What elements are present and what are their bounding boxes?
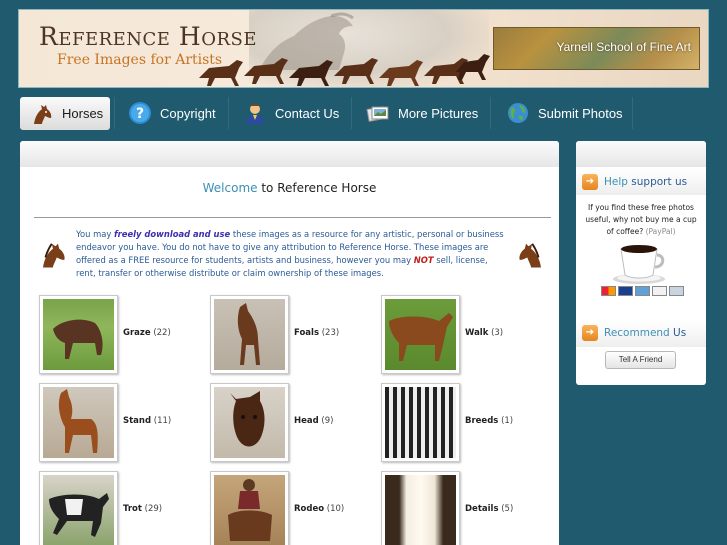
category-thumbnail[interactable] [210,471,289,545]
nav-label-more-pictures: More Pictures [398,105,479,121]
category-name[interactable]: Head [294,416,319,426]
category-thumbnail[interactable] [381,471,460,545]
category-thumbnail[interactable] [381,295,460,374]
category-name[interactable]: Walk [465,328,488,338]
category-thumbnail[interactable] [210,383,289,462]
category-count: (3) [491,328,504,338]
nav-label-horses: Horses [62,106,104,121]
category-count: (10) [326,504,345,514]
horse-head-icon [34,104,52,124]
bank-icon [669,286,684,296]
category-thumbnail[interactable] [381,383,460,462]
nav-label-copyright: Copyright [160,105,216,121]
site-title[interactable]: Reference Horse [39,22,257,51]
banner-herd-illustration [199,54,490,86]
svg-text:?: ? [136,106,144,122]
category-rodeo[interactable]: Rodeo (10) [210,471,370,545]
photos-icon [366,106,389,122]
category-details[interactable]: Details (5) [381,471,541,545]
amex-icon [635,286,650,296]
help-support-heading: ➔ Help support us [582,172,700,192]
sponsor-banner-ad[interactable]: Yarnell School of Fine Art [493,27,700,70]
paypal-link[interactable]: (PayPal) [646,227,676,236]
welcome-word: Welcome [202,181,258,195]
category-count: (1) [501,416,514,426]
globe-icon [508,103,528,123]
arrow-right-icon: ➔ [582,325,598,341]
category-count: (22) [153,328,171,338]
recommend-heading: ➔ Recommend Us [582,323,700,343]
category-count: (23) [321,328,340,338]
category-count: (11) [153,416,172,426]
question-icon: ? [129,102,151,124]
nav-item-submit-photos[interactable]: Submit Photos [496,95,632,131]
payment-cards [601,286,684,296]
category-foals[interactable]: Foals (23) [210,295,370,375]
nav-item-copyright[interactable]: ? Copyright [118,95,228,131]
help-text: If you find these free photos useful, wh… [584,202,698,238]
category-name[interactable]: Graze [123,328,151,338]
category-name[interactable]: Trot [123,504,142,514]
arrow-right-icon: ➔ [582,174,598,190]
visa-icon [618,286,633,296]
category-graze[interactable]: Graze (22) [39,295,199,375]
category-head[interactable]: Head (9) [210,383,370,463]
intro-free-emphasis: freely download and use [114,229,231,239]
horse-head-icon [519,243,541,268]
category-count: (29) [144,504,163,514]
main-content-panel: Welcome to Reference Horse You may freel… [20,141,559,545]
recommend-title-rest: Us [669,327,687,339]
category-walk[interactable]: Walk (3) [381,295,541,375]
horse-head-icon [43,243,65,268]
category-name[interactable]: Breeds [465,416,498,426]
category-name[interactable]: Foals [294,328,319,338]
divider [34,217,551,218]
coffee-cup-icon[interactable] [611,241,669,285]
intro-paragraph: You may freely download and use these im… [76,228,506,280]
intro-not-emphasis: NOT [413,255,434,265]
tell-a-friend-button[interactable]: Tell A Friend [605,351,676,369]
person-icon [246,103,264,124]
nav-label-contact-us: Contact Us [275,105,340,121]
nav-item-horses[interactable]: Horses [20,97,110,130]
category-breeds[interactable]: Breeds (1) [381,383,541,463]
category-name[interactable]: Rodeo [294,504,324,514]
help-title-rest: support us [627,176,688,188]
welcome-heading: Welcome to Reference Horse [20,181,559,195]
category-trot[interactable]: Trot (29) [39,471,199,545]
sidebar-panel: ➔ Help support us If you find these free… [576,141,706,385]
category-stand[interactable]: Stand (11) [39,383,199,463]
help-body: If you find these free photos useful, wh… [585,203,697,236]
category-thumbnail[interactable] [39,383,118,462]
discover-icon [652,286,667,296]
help-title-word: Help [604,176,628,188]
nav-item-more-pictures[interactable]: More Pictures [356,95,490,131]
recommend-title-word: Recommend [604,327,670,339]
sponsor-ad-text: Yarnell School of Fine Art [556,40,691,54]
main-navigation: Horses ? Copyright Contact Us More Pictu… [18,95,709,133]
category-count: (5) [501,504,514,514]
nav-label-submit-photos: Submit Photos [538,105,623,121]
category-thumbnail[interactable] [39,295,118,374]
welcome-rest: to Reference Horse [257,181,377,195]
header-banner: Reference Horse Free Images for Artists … [18,9,709,88]
mastercard-icon [601,286,616,296]
category-name[interactable]: Details [465,504,499,514]
category-count: (9) [321,416,334,426]
category-thumbnail[interactable] [39,471,118,545]
intro-text-1: You may [76,229,115,239]
category-name[interactable]: Stand [123,416,151,426]
category-thumbnail[interactable] [210,295,289,374]
nav-item-contact-us[interactable]: Contact Us [233,95,351,131]
site-tagline: Free Images for Artists [57,52,223,68]
